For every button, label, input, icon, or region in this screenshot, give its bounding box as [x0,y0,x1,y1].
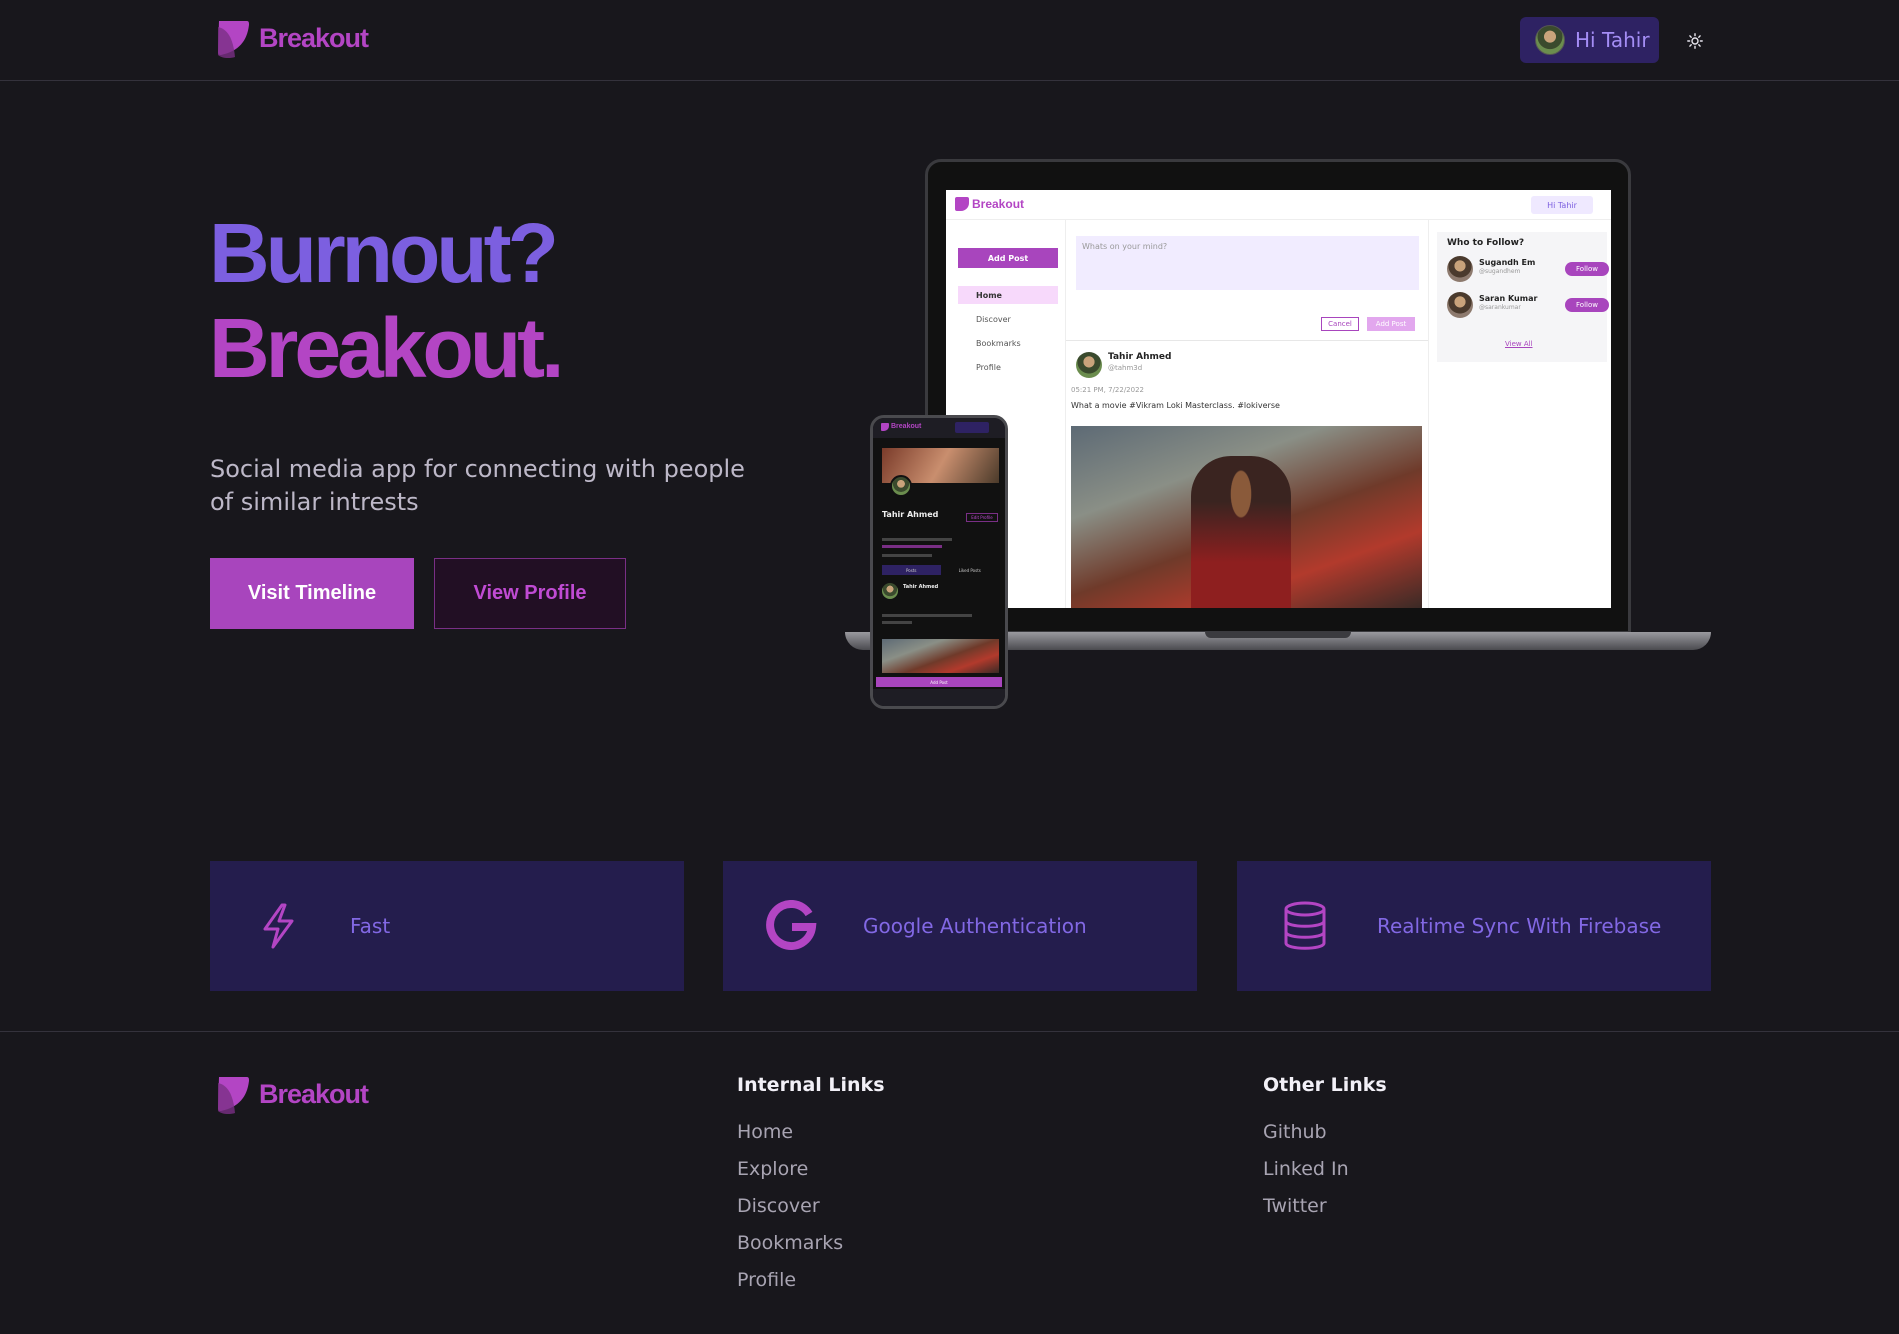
phone-tab-posts: Posts [882,565,941,575]
visit-timeline-button[interactable]: Visit Timeline [210,558,414,629]
footer-link-bookmarks[interactable]: Bookmarks [737,1232,843,1254]
footer-divider [0,1031,1899,1032]
footer-link-home[interactable]: Home [737,1121,793,1143]
mock-post-name: Tahir Ahmed [1108,352,1172,362]
mock-logo: Breakout [955,197,1024,211]
phone-post-name: Tahir Ahmed [903,584,939,590]
phone-tab-liked: Liked Posts [958,567,981,573]
phone-navbar: Breakout [873,418,1005,438]
feature-label: Google Authentication [863,914,1087,938]
internal-links-title: Internal Links [737,1074,885,1096]
mock-post-avatar [1076,352,1102,378]
breakout-logo-icon [218,1077,249,1115]
footer-link-profile[interactable]: Profile [737,1269,796,1291]
avatar [1535,25,1565,55]
hero-title-line2: Breakout. [209,301,564,395]
phone-stats-line [882,554,932,557]
footer-link-explore[interactable]: Explore [737,1158,808,1180]
phone-post-image [882,639,999,673]
mock-add-post-button: Add Post [958,248,1058,268]
phone-avatar [890,475,912,497]
user-greeting: Hi Tahir [1575,28,1650,52]
phone-mockup: Breakout Tahir Ahmed Edit Profile Posts … [870,415,1008,709]
mock-post-time: 05:21 PM, 7/22/2022 [1071,386,1145,394]
footer-link-github[interactable]: Github [1263,1121,1327,1143]
hero-subtitle: Social media app for connecting with peo… [210,455,745,516]
google-icon [763,898,819,954]
mock-who-to-follow: Who to Follow? Sugandh Em @sugandhem Fol… [1437,232,1609,362]
mock-post-text: What a movie #Vikram Loki Masterclass. #… [1071,401,1280,410]
mock-post-handle: @tahm3d [1108,364,1143,372]
phone-bottom-nav [873,689,1005,706]
mock-nav-bookmarks: Bookmarks [976,338,1021,348]
navbar: Breakout Hi Tahir [0,0,1899,81]
lightning-icon [250,898,306,954]
mock-divider [1066,340,1428,341]
brand-name: Breakout [259,22,369,53]
feature-card-google-auth: Google Authentication [723,861,1197,991]
mock-nav-profile: Profile [976,362,1001,372]
mock-follow-row: Saran Kumar @sarankumar Follow [1447,292,1609,320]
other-links-title: Other Links [1263,1074,1387,1096]
phone-tabs: Posts Liked Posts [882,565,999,575]
phone-link-line [882,545,942,548]
database-icon [1277,898,1333,954]
brand-logo[interactable]: Breakout [213,17,369,59]
mock-nav-discover: Discover [976,314,1011,324]
mock-who-title: Who to Follow? [1447,238,1525,248]
phone-post-text-line [882,621,912,624]
footer-brand-name: Breakout [259,1078,369,1109]
phone-post-text-line [882,614,972,617]
feature-card-firebase-sync: Realtime Sync With Firebase [1237,861,1711,991]
phone-post-avatar [882,583,898,599]
mock-user-chip: Hi Tahir [1531,196,1593,214]
mock-view-all: View All [1505,340,1533,348]
laptop-screen: Breakout Hi Tahir Add Post Home Discover… [946,190,1611,608]
mock-nav-home: Home [958,286,1058,304]
feature-label: Realtime Sync With Firebase [1377,914,1662,938]
mock-navbar: Breakout Hi Tahir [946,190,1611,220]
phone-add-post: Add Post [876,677,1002,687]
mock-follow-row: Sugandh Em @sugandhem Follow [1447,256,1609,284]
mock-post-image [1071,426,1422,608]
phone-bio-line [882,538,952,541]
footer-link-discover[interactable]: Discover [737,1195,820,1217]
mock-cancel-button: Cancel [1321,317,1359,331]
mock-add-post-small: Add Post [1367,317,1415,331]
footer-link-twitter[interactable]: Twitter [1263,1195,1327,1217]
phone-edit-profile: Edit Profile [966,513,998,522]
theme-toggle-button[interactable] [1680,26,1710,56]
laptop-notch [1205,632,1351,638]
view-profile-button[interactable]: View Profile [434,558,626,629]
hero-title-line1: Burnout? [209,206,559,300]
laptop-mockup: Breakout Hi Tahir Add Post Home Discover… [925,159,1631,634]
footer-brand-logo[interactable]: Breakout [213,1073,369,1115]
footer-link-linkedin[interactable]: Linked In [1263,1158,1349,1180]
phone-profile-name: Tahir Ahmed [882,510,939,519]
user-menu-button[interactable]: Hi Tahir [1520,17,1659,63]
breakout-logo-icon [218,21,249,59]
mock-compose-box: Whats on your mind? [1076,236,1419,290]
feature-label: Fast [350,914,391,938]
sun-icon [1687,33,1703,49]
feature-card-fast: Fast [210,861,684,991]
